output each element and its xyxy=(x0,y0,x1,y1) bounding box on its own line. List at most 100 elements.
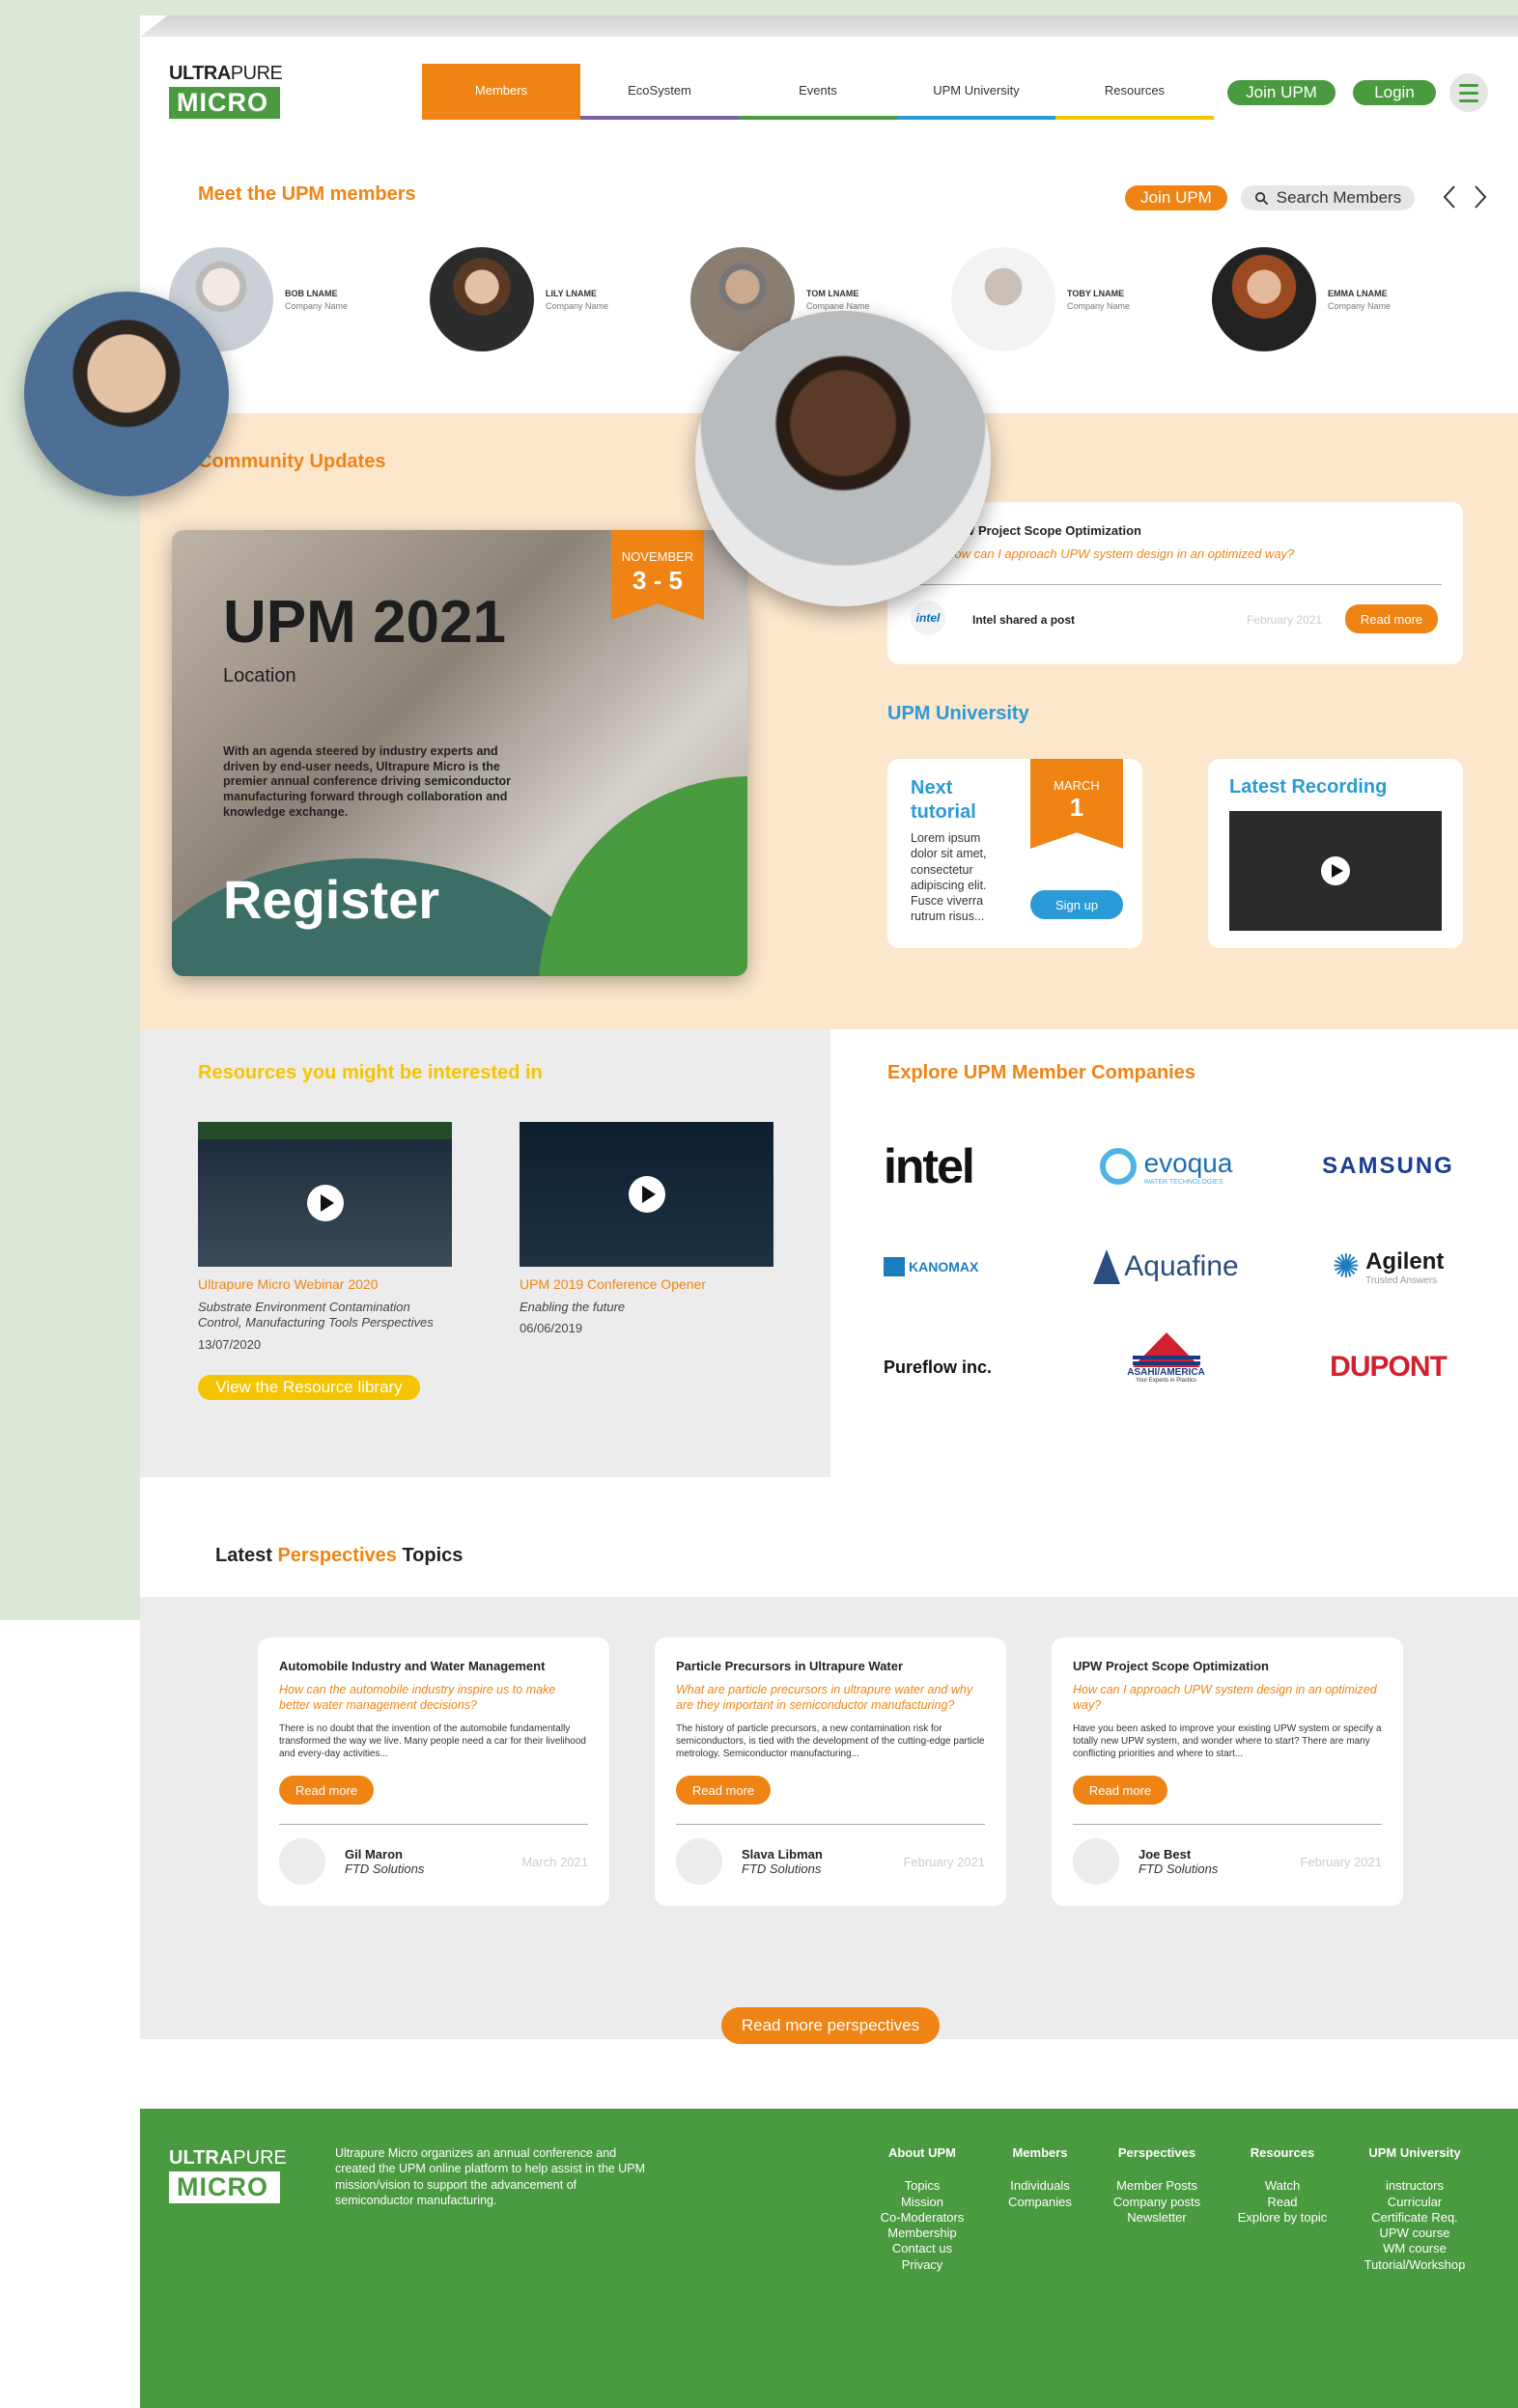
featured-member-photo[interactable] xyxy=(695,311,991,606)
register-button[interactable]: Register xyxy=(223,868,439,931)
aquafine-mark-icon xyxy=(1093,1249,1121,1284)
play-icon[interactable] xyxy=(1321,856,1350,885)
footer-link[interactable]: Topics xyxy=(874,2178,970,2194)
nav-members[interactable]: Members xyxy=(422,64,580,120)
perspective-card[interactable]: Particle Precursors in Ultrapure Water W… xyxy=(655,1638,1006,1907)
resource-thumbnail[interactable] xyxy=(520,1122,773,1267)
chevron-left-icon[interactable] xyxy=(1443,184,1456,210)
avatar xyxy=(676,1838,722,1886)
footer-link[interactable]: Certificate Req. xyxy=(1347,2210,1482,2226)
footer-column-university: UPM University instructors Curricular Ce… xyxy=(1347,2145,1482,2273)
avatar xyxy=(430,247,534,351)
recording-video[interactable] xyxy=(1229,811,1442,931)
resource-item[interactable]: Ultrapure Micro Webinar 2020 Substrate E… xyxy=(198,1122,452,1352)
footer-link[interactable]: Newsletter xyxy=(1104,2210,1210,2226)
perspective-question: How can I approach UPW system design in … xyxy=(1073,1683,1377,1712)
company-logo-evoqua[interactable]: evoqua WATER TECHNOLOGIES xyxy=(1086,1137,1246,1195)
event-month: NOVEMBER xyxy=(621,549,694,564)
footer-link[interactable]: Individuals xyxy=(992,2178,1088,2194)
tutorial-day: 1 xyxy=(1069,793,1084,822)
play-icon[interactable] xyxy=(628,1176,665,1213)
perspective-card[interactable]: UPW Project Scope Optimization How can I… xyxy=(1052,1638,1403,1907)
latest-recording-card[interactable]: Latest Recording xyxy=(1208,759,1463,948)
nav-ecosystem[interactable]: EcoSystem xyxy=(580,64,739,120)
footer-column-about: About UPM Topics Mission Co-Moderators M… xyxy=(874,2145,970,2273)
footer-link[interactable]: Member Posts xyxy=(1104,2178,1210,2194)
divider xyxy=(279,1824,588,1826)
search-members-button[interactable]: Search Members xyxy=(1241,185,1415,210)
read-more-button[interactable]: Read more xyxy=(676,1776,771,1806)
footer-link[interactable]: Companies xyxy=(992,2195,1088,2210)
perspective-card[interactable]: Automobile Industry and Water Management… xyxy=(258,1638,609,1907)
resource-library-button[interactable]: View the Resource library xyxy=(198,1375,420,1400)
featured-member-photo[interactable] xyxy=(24,292,229,496)
footer-link[interactable]: UPW course xyxy=(1347,2226,1482,2241)
footer-link[interactable]: Explore by topic xyxy=(1229,2210,1335,2226)
read-more-button[interactable]: Read more xyxy=(279,1776,374,1806)
resource-title[interactable]: Ultrapure Micro Webinar 2020 xyxy=(198,1276,452,1292)
footer-link[interactable]: Privacy xyxy=(874,2257,970,2273)
background-top xyxy=(140,0,1518,15)
avatar xyxy=(1212,247,1316,351)
login-button[interactable]: Login xyxy=(1353,80,1436,105)
tutorial-text: Lorem ipsum dolor sit amet, consectetur … xyxy=(911,831,987,924)
tutorial-month: MARCH xyxy=(1054,778,1100,793)
search-members-label: Search Members xyxy=(1276,188,1402,207)
event-date-ribbon: NOVEMBER 3 - 5 xyxy=(611,530,704,620)
company-logo-samsung[interactable]: SAMSUNG xyxy=(1308,1137,1468,1195)
member-card[interactable]: TOBY LNAME Company Name xyxy=(951,247,1130,351)
perspective-title[interactable]: UPW Project Scope Optimization xyxy=(1073,1659,1382,1673)
member-name: BOB LNAME xyxy=(285,288,338,298)
perspective-body: There is no doubt that the invention of … xyxy=(279,1723,586,1760)
signup-button[interactable]: Sign up xyxy=(1030,890,1123,919)
read-more-button[interactable]: Read more xyxy=(1073,1776,1167,1806)
read-more-button[interactable]: Read more xyxy=(1345,604,1438,633)
footer-link[interactable]: Watch xyxy=(1229,2178,1335,2194)
company-logo-dupont[interactable]: DUPONT xyxy=(1308,1338,1468,1396)
hamburger-menu-icon[interactable] xyxy=(1449,73,1488,112)
footer: ULTRAPURE MICRO Ultrapure Micro organize… xyxy=(140,2109,1518,2408)
members-join-button[interactable]: Join UPM xyxy=(1125,185,1227,210)
member-card[interactable]: EMMA LNAME Company Name xyxy=(1212,247,1391,351)
perspective-title[interactable]: Particle Precursors in Ultrapure Water xyxy=(676,1659,985,1673)
community-section-title: Community Updates xyxy=(198,451,386,472)
join-upm-button[interactable]: Join UPM xyxy=(1227,80,1335,105)
company-logo-asahi-america[interactable]: ASAHI/AMERICA Your Experts in Plastics xyxy=(1086,1329,1246,1386)
company-logo-intel[interactable]: intel xyxy=(884,1137,1043,1195)
footer-link[interactable]: WM course xyxy=(1347,2241,1482,2256)
read-more-perspectives-button[interactable]: Read more perspectives xyxy=(721,2007,940,2044)
footer-column-resources: Resources Watch Read Explore by topic xyxy=(1229,2145,1335,2226)
footer-link[interactable]: Mission xyxy=(874,2195,970,2210)
footer-link[interactable]: Co-Moderators xyxy=(874,2210,970,2226)
footer-link[interactable]: Contact us xyxy=(874,2241,970,2256)
company-logo-kanomax[interactable]: KANOMAX xyxy=(884,1238,1043,1296)
main-nav: Members EcoSystem Events UPM University … xyxy=(422,64,1214,120)
chevron-right-icon[interactable] xyxy=(1474,184,1487,210)
footer-link[interactable]: Membership xyxy=(874,2226,970,2241)
footer-link[interactable]: Company posts xyxy=(1104,2195,1210,2210)
post-question: How can I approach UPW system design in … xyxy=(945,546,1295,561)
resource-thumbnail[interactable] xyxy=(198,1122,452,1267)
perspective-title[interactable]: Automobile Industry and Water Management xyxy=(279,1659,588,1673)
play-icon[interactable] xyxy=(306,1185,344,1221)
footer-link[interactable]: instructors xyxy=(1347,2178,1482,2194)
event-description: With an agenda steered by industry exper… xyxy=(223,744,511,819)
footer-link[interactable]: Tutorial/Workshop xyxy=(1347,2257,1482,2273)
footer-link[interactable]: Curricular xyxy=(1347,2195,1482,2210)
nav-resources[interactable]: Resources xyxy=(1055,64,1214,120)
resource-title[interactable]: UPM 2019 Conference Opener xyxy=(520,1276,773,1292)
nav-upm-university[interactable]: UPM University xyxy=(897,64,1055,120)
member-card[interactable]: LILY LNAME Company Name xyxy=(430,247,608,351)
footer-logo[interactable]: ULTRAPURE MICRO xyxy=(169,2147,287,2203)
site-logo[interactable]: ULTRAPURE MICRO xyxy=(169,63,283,119)
company-logo-agilent[interactable]: ✺ Agilent Trusted Answers xyxy=(1308,1238,1468,1296)
nav-events[interactable]: Events xyxy=(739,64,897,120)
perspective-date: February 2021 xyxy=(1300,1854,1382,1869)
company-logo-aquafine[interactable]: Aquafine xyxy=(1086,1238,1246,1296)
resource-item[interactable]: UPM 2019 Conference Opener Enabling the … xyxy=(520,1122,773,1335)
event-days: 3 - 5 xyxy=(632,566,684,595)
event-card[interactable]: UPM 2021 Location With an agenda steered… xyxy=(172,530,747,976)
footer-link[interactable]: Read xyxy=(1229,2195,1335,2210)
company-logo-pureflow[interactable]: Pureflow inc. xyxy=(884,1338,1043,1396)
next-tutorial-card[interactable]: Next tutorial Lorem ipsum dolor sit amet,… xyxy=(887,759,1142,948)
